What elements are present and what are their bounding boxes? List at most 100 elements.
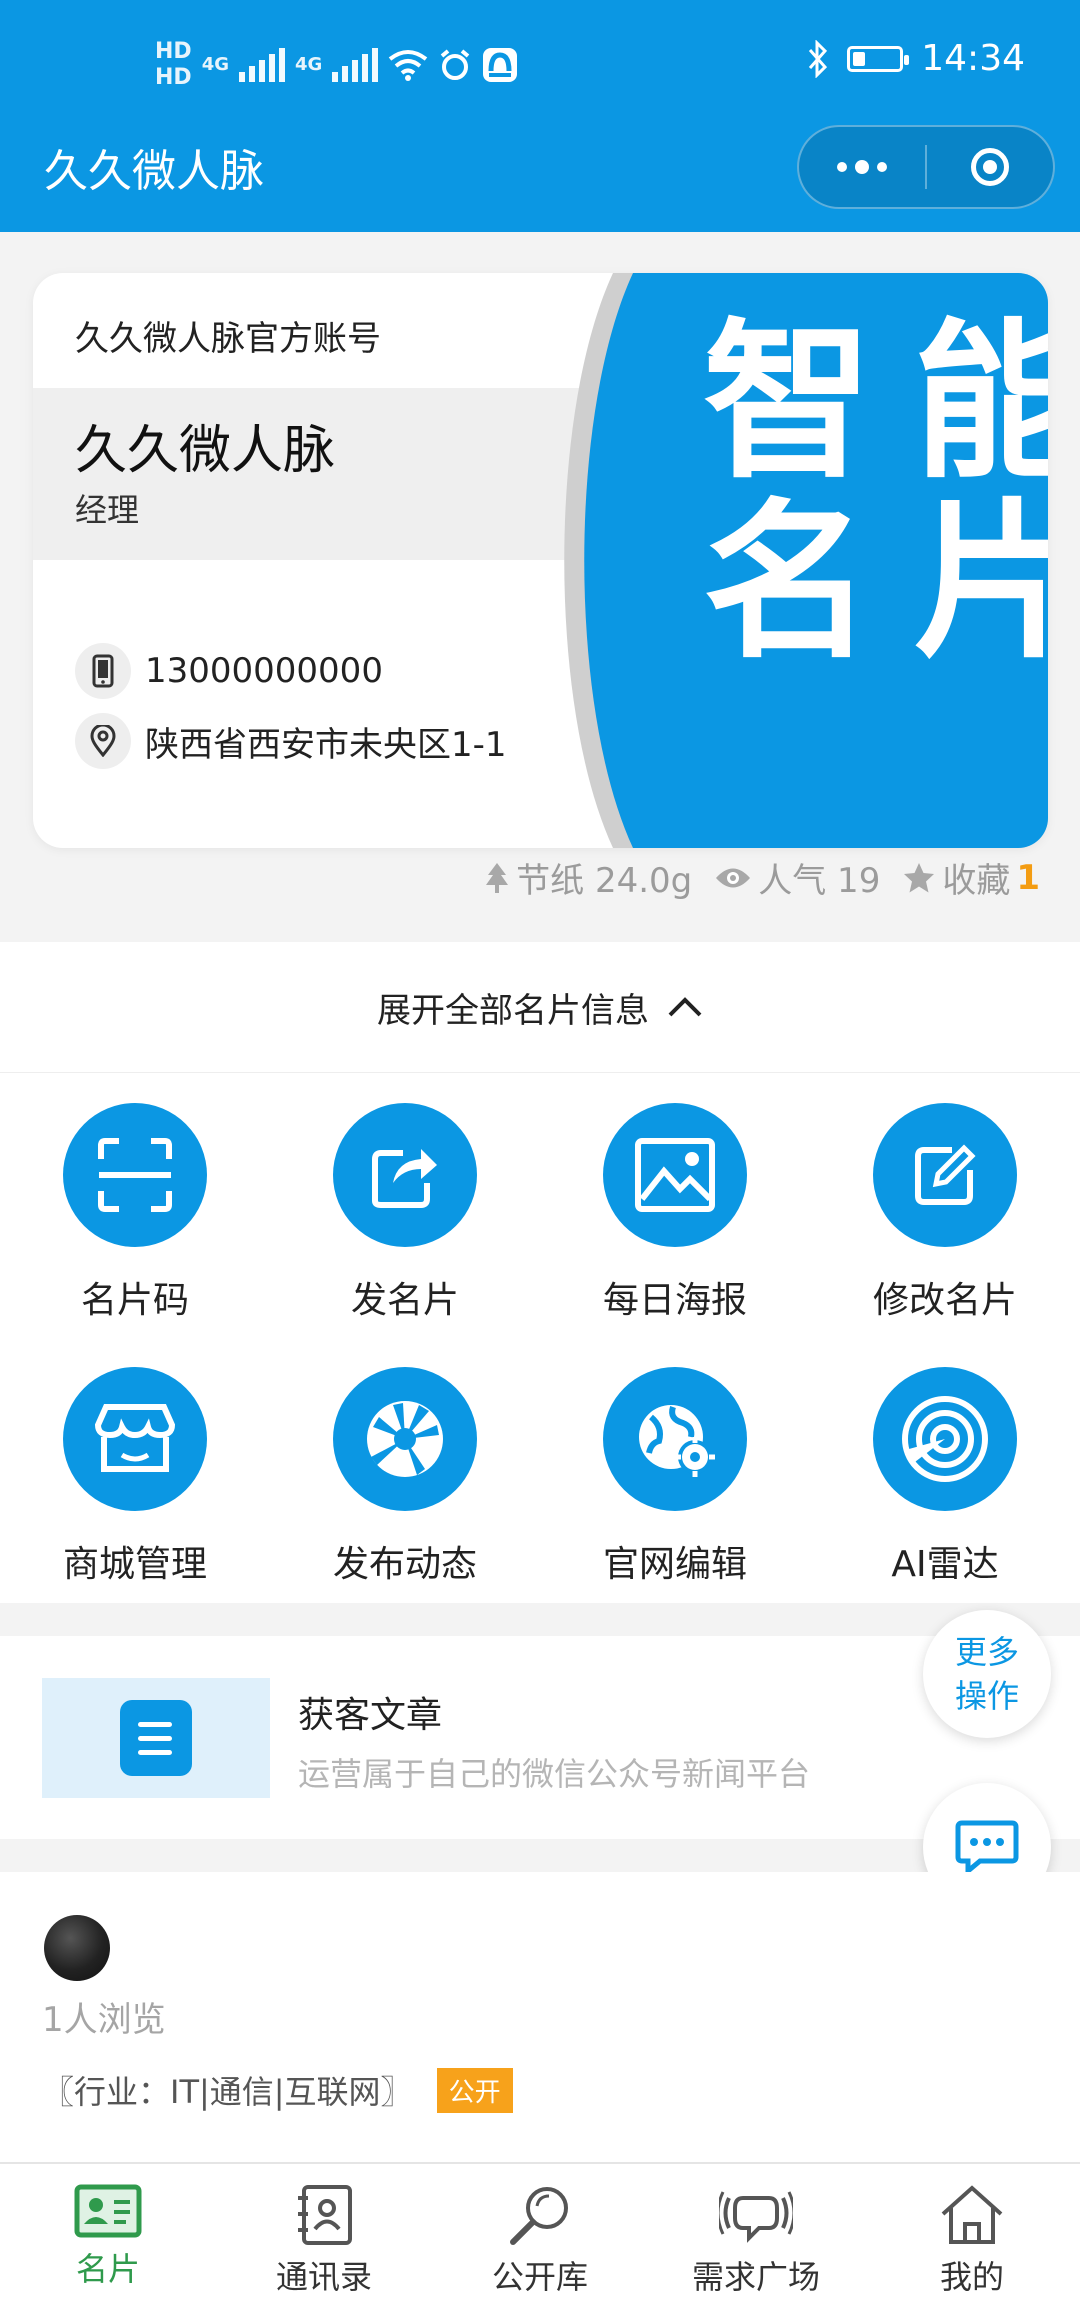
paper-saved-text: 节纸 24.0g xyxy=(516,861,693,901)
favorites-stat[interactable]: 收藏 1 xyxy=(902,853,1040,902)
grid-label: 每日海报 xyxy=(602,1280,747,1321)
edit-icon xyxy=(873,1103,1017,1247)
aperture-icon xyxy=(333,1367,477,1511)
card-art-panel: 智能 名片 xyxy=(563,273,1048,848)
industry-row: 〖行业：IT|通信|互联网〗 公开 xyxy=(42,2067,513,2113)
bottom-tab-bar: 名片 通讯录 公开库 需求广场 我的 xyxy=(0,2162,1080,2312)
visit-count: 1人浏览 xyxy=(42,2000,166,2040)
grid-label: 发布动态 xyxy=(332,1544,477,1585)
grid-item-edit-card[interactable]: 修改名片 xyxy=(810,1103,1080,1323)
tab-contacts[interactable]: 通讯录 xyxy=(216,2164,432,2312)
grid-label: 名片码 xyxy=(80,1280,189,1321)
store-icon xyxy=(63,1367,207,1511)
card-company: 久久微人脉官方账号 xyxy=(75,319,381,359)
grid-item-send-card[interactable]: 发名片 xyxy=(270,1103,540,1323)
more-menu-button[interactable] xyxy=(799,127,925,207)
tab-label: 通讯录 xyxy=(275,2258,372,2296)
grid-item-website-edit[interactable]: 官网编辑 xyxy=(540,1367,810,1587)
grid-label: 商城管理 xyxy=(62,1544,207,1585)
grid-item-mall-management[interactable]: 商城管理 xyxy=(0,1367,270,1587)
function-grid: 名片码 发名片 每日海报 修改名片 商城管理 发布动态 官网编辑 AI雷达 xyxy=(0,1073,1080,1603)
public-badge: 公开 xyxy=(436,2067,513,2113)
card-icon xyxy=(74,2184,142,2238)
grid-item-card-code[interactable]: 名片码 xyxy=(0,1103,270,1323)
popularity-stat: 人气 19 xyxy=(714,853,880,902)
alarm-icon xyxy=(441,49,470,80)
tree-icon xyxy=(486,862,509,893)
hd-indicator-2: HD xyxy=(155,65,192,90)
home-icon xyxy=(941,2185,1003,2244)
article-subtitle: 运营属于自己的微信公众号新闻平台 xyxy=(298,1755,811,1793)
grid-item-publish-news[interactable]: 发布动态 xyxy=(270,1367,540,1587)
hd-indicator-1: HD xyxy=(155,39,192,64)
popularity-text: 人气 19 xyxy=(758,861,881,901)
network-type-2: 4G xyxy=(295,54,323,75)
card-art-line1: 智能 xyxy=(703,304,1048,502)
tab-label: 名片 xyxy=(75,2250,140,2288)
star-icon xyxy=(904,862,935,892)
business-card[interactable]: 久久微人脉官方账号 久久微人脉 经理 13000000000 陕西省西安市未央区… xyxy=(33,273,1048,848)
mini-program-capsule xyxy=(797,125,1055,209)
visitors-section: 1人浏览 〖行业：IT|通信|互联网〗 公开 xyxy=(0,1872,1080,2162)
location-pin-icon xyxy=(75,713,131,769)
expand-card-info-button[interactable]: 展开全部名片信息 xyxy=(0,942,1080,1074)
close-mini-program-button[interactable] xyxy=(927,127,1053,207)
favorites-label: 收藏 xyxy=(942,861,1011,901)
target-circle-icon xyxy=(971,148,1009,186)
paper-saved-stat: 节纸 24.0g xyxy=(484,853,692,902)
wifi-icon xyxy=(389,50,428,81)
battery-icon xyxy=(847,45,910,72)
article-title: 获客文章 xyxy=(298,1695,443,1736)
card-phone-row[interactable]: 13000000000 xyxy=(75,643,383,699)
favorites-count: 1 xyxy=(1016,857,1040,898)
card-address: 陕西省西安市未央区1-1 xyxy=(145,724,507,765)
status-bar-left: HD HD 4G 4G xyxy=(155,30,518,100)
bluetooth-icon xyxy=(809,39,828,78)
grid-label: 官网编辑 xyxy=(602,1544,747,1585)
grid-item-ai-radar[interactable]: AI雷达 xyxy=(810,1367,1080,1587)
tab-card[interactable]: 名片 xyxy=(0,2164,216,2312)
contacts-icon xyxy=(298,2185,352,2245)
tab-label: 需求广场 xyxy=(691,2258,820,2296)
more-actions-button[interactable]: 更多 操作 xyxy=(923,1610,1051,1738)
more-dots-icon xyxy=(837,160,887,174)
tab-mine[interactable]: 我的 xyxy=(864,2164,1080,2312)
app-title: 久久微人脉 xyxy=(44,146,264,197)
document-icon xyxy=(120,1700,192,1776)
card-position: 经理 xyxy=(75,491,140,529)
more-actions-line2: 操作 xyxy=(954,1677,1019,1715)
broadcast-icon xyxy=(719,2191,793,2243)
globe-gear-icon xyxy=(603,1367,747,1511)
grid-label: 发名片 xyxy=(350,1280,459,1321)
grid-label: AI雷达 xyxy=(891,1544,999,1585)
chevron-up-icon xyxy=(668,997,702,1017)
article-thumbnail xyxy=(42,1678,270,1798)
visitor-avatar[interactable] xyxy=(44,1915,110,1981)
expand-label: 展开全部名片信息 xyxy=(377,990,649,1031)
status-time: 14:34 xyxy=(921,38,1025,79)
signal-icon xyxy=(239,48,285,82)
app-notification-icon xyxy=(483,48,518,82)
card-address-row[interactable]: 陕西省西安市未央区1-1 xyxy=(75,713,507,769)
signal-icon-2 xyxy=(332,48,379,82)
phone-icon xyxy=(75,643,131,699)
more-actions-line1: 更多 xyxy=(954,1633,1019,1671)
status-bar-right: 14:34 xyxy=(807,38,1025,79)
grid-label: 修改名片 xyxy=(872,1280,1017,1321)
card-art-line2: 名片 xyxy=(703,484,1048,682)
scan-code-icon xyxy=(63,1103,207,1247)
eye-icon xyxy=(716,868,751,887)
image-icon xyxy=(603,1103,747,1247)
card-name: 久久微人脉 xyxy=(75,421,336,481)
tab-demand-square[interactable]: 需求广场 xyxy=(648,2164,864,2312)
tab-label: 公开库 xyxy=(491,2258,588,2296)
card-stats: 节纸 24.0g 人气 19 收藏 1 xyxy=(484,853,1040,902)
tab-public-library[interactable]: 公开库 xyxy=(432,2164,648,2312)
search-icon xyxy=(510,2187,568,2245)
card-phone: 13000000000 xyxy=(145,651,383,691)
radar-icon xyxy=(873,1367,1017,1511)
chat-bubble-icon xyxy=(955,1820,1019,1875)
article-promo[interactable]: 获客文章 运营属于自己的微信公众号新闻平台 xyxy=(0,1636,1080,1839)
industry-text: 〖行业：IT|通信|互联网〗 xyxy=(42,2073,413,2111)
grid-item-daily-poster[interactable]: 每日海报 xyxy=(540,1103,810,1323)
